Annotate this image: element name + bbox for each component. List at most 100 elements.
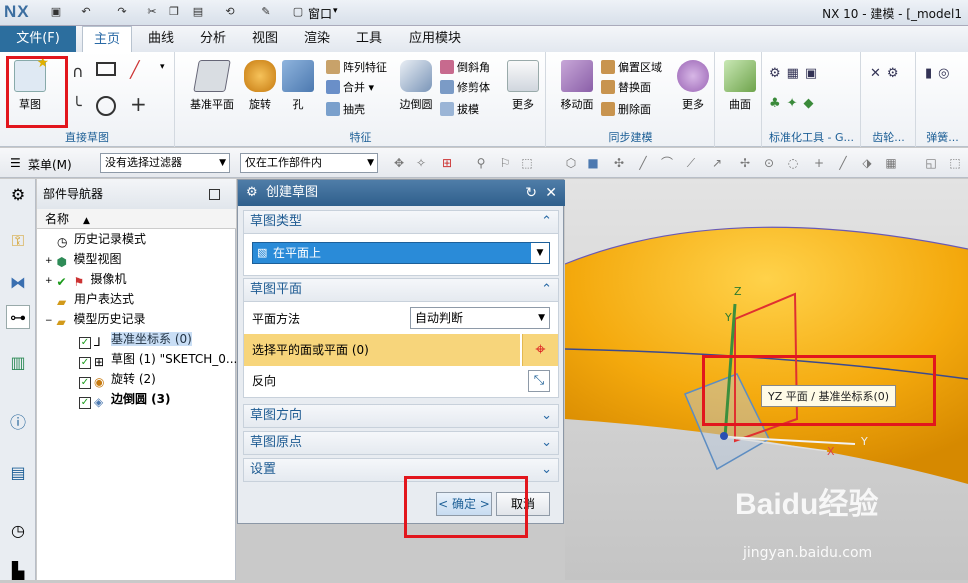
spring-tools-icons[interactable]: ▮◎ [925, 66, 956, 81]
move-face-button[interactable]: 移动面 [555, 60, 599, 112]
reuse-library-icon[interactable]: ▥ [6, 351, 30, 375]
unite-button[interactable]: 合并 ▾ [326, 78, 374, 98]
reverse-direction-icon[interactable]: ⤡ [528, 370, 550, 392]
tab-render[interactable]: 渲染 [296, 26, 338, 52]
select-icon[interactable]: ✧ [414, 156, 428, 170]
crosshair-icon[interactable]: ⌖ [522, 334, 558, 366]
control-point-icon[interactable]: ✢ [738, 156, 752, 170]
type-filter-dropdown[interactable]: 没有选择过滤器 ▼ [100, 153, 230, 173]
trim-body-button[interactable]: 修剪体 [440, 78, 490, 98]
tree-item-datum-csys[interactable]: ✓ ⅃ 基准坐标系 (0) [43, 329, 236, 349]
tab-curve[interactable]: 曲线 [140, 26, 182, 52]
body-select-icon[interactable]: ⬡ [564, 156, 578, 170]
offset-region-button[interactable]: 偏置区域 [601, 58, 662, 78]
shell-button[interactable]: 抽壳 [326, 100, 365, 120]
solid-select-icon[interactable]: ■ [586, 156, 600, 170]
existing-point-icon[interactable]: + [812, 156, 826, 170]
tab-analysis[interactable]: 分析 [192, 26, 234, 52]
tree-item-user-expressions[interactable]: ▰ 用户表达式 [43, 289, 236, 309]
tree-item-model-history[interactable]: − ▰ 模型历史记录 [43, 309, 236, 329]
snap-icon[interactable]: ✥ [392, 156, 406, 170]
end-point-icon[interactable]: ⟋ [684, 156, 698, 170]
tab-applications[interactable]: 应用模块 [400, 26, 470, 52]
point-on-curve-icon[interactable]: ╱ [836, 156, 850, 170]
assembly-navigator-icon[interactable]: ⚿ [6, 229, 30, 253]
collapse-icon[interactable]: − [45, 316, 53, 326]
file-menu-tab[interactable]: 文件(F) [0, 26, 76, 52]
tree-item-sketch[interactable]: ✓ ⊞ 草图 (1) "SKETCH_0... [43, 349, 237, 369]
quadrant-icon[interactable]: ◌ [786, 156, 800, 170]
save-icon[interactable]: ▣ [48, 4, 64, 20]
expand-icon[interactable]: + [45, 276, 53, 286]
tree-item-revolve[interactable]: ✓ ◉ 旋转 (2) [43, 369, 236, 389]
copy-icon[interactable]: ❐ [166, 4, 182, 20]
feature-more-button[interactable]: 更多 [501, 60, 545, 112]
paste-icon[interactable]: ▤ [190, 4, 206, 20]
chamfer-button[interactable]: 倒斜角 [440, 58, 490, 78]
pattern-feature-button[interactable]: 阵列特征 [326, 58, 387, 78]
selection-intent-icon[interactable]: ⊞ [440, 156, 454, 170]
visibility-checkbox[interactable]: ✓ [79, 357, 91, 369]
sketch-type-dropdown[interactable]: ▧ 在平面上 ▼ [252, 242, 550, 264]
arc-center-icon[interactable]: ⊙ [762, 156, 776, 170]
select-planar-face-row[interactable]: 选择平的面或平面 (0) [244, 334, 520, 366]
delete-face-button[interactable]: 删除面 [601, 100, 651, 120]
snap-point-icon[interactable]: ✣ [612, 156, 626, 170]
repeat-command-icon[interactable]: ⟲ [222, 4, 238, 20]
csys-origin[interactable] [720, 432, 728, 440]
undo-icon[interactable]: ↶ [78, 4, 94, 20]
tab-home[interactable]: 主页 [82, 26, 132, 52]
web-browser-icon[interactable]: ▤ [6, 461, 30, 485]
view-icon[interactable]: ◱ [924, 156, 938, 170]
datum-plane-button[interactable]: 基准平面 [186, 60, 238, 112]
palette-icon[interactable]: ▙ [6, 559, 30, 583]
part-navigator-icon[interactable]: ⊶ [6, 305, 30, 329]
select-feature-icon[interactable]: ⚲ [474, 156, 488, 170]
curve-snap-icon[interactable]: ⌒ [660, 156, 674, 170]
bounded-grid-icon[interactable]: ▦ [884, 156, 898, 170]
visibility-checkbox[interactable]: ✓ [79, 377, 91, 389]
line-snap-icon[interactable]: ╱ [636, 156, 650, 170]
replace-face-button[interactable]: 替换面 [601, 78, 651, 98]
info-icon[interactable]: ⓘ [6, 411, 30, 435]
cut-icon[interactable]: ✂ [144, 4, 160, 20]
plane-method-dropdown[interactable]: 自动判断 ▼ [410, 307, 550, 329]
window-menu-chevron-icon[interactable]: ▾ [333, 6, 338, 16]
arc-icon[interactable]: ∩ [72, 62, 84, 81]
tree-item-cameras[interactable]: + ✔ ⚑ 摄像机 [43, 269, 236, 289]
maximize-icon[interactable] [209, 189, 220, 200]
draft-button[interactable]: 拔模 [440, 100, 479, 120]
navigator-column-header[interactable]: 名称 ▲ [37, 209, 236, 229]
gear-icon[interactable]: ⚙ [6, 183, 30, 207]
tab-tools[interactable]: 工具 [348, 26, 390, 52]
tree-item-edge-blend[interactable]: ✓ ◈ 边倒圆 (3) [43, 389, 236, 409]
standard-tools-icons-row2[interactable]: ♣✦◆ [769, 96, 820, 111]
expand-icon[interactable]: + [45, 256, 53, 266]
scope-dropdown[interactable]: 仅在工作部件内 ▼ [240, 153, 378, 173]
rectangle-icon[interactable] [96, 62, 116, 76]
touch-mode-icon[interactable]: ✎ [258, 4, 274, 20]
select-face-icon[interactable]: ⚐ [498, 156, 512, 170]
sketch-type-section-header[interactable]: 草图类型 ⌃ [243, 210, 559, 234]
standard-tools-icons[interactable]: ⚙▦▣ [769, 66, 823, 81]
menu-icon[interactable]: ☰ [10, 156, 21, 170]
sketch-origin-section-header[interactable]: 草图原点 ⌄ [243, 431, 559, 455]
tree-item-history-mode[interactable]: ◷ 历史记录模式 [43, 229, 236, 249]
window-menu[interactable]: 窗口 [308, 5, 332, 22]
gear-icon[interactable]: ⚙ [246, 180, 258, 206]
sync-more-button[interactable]: 更多 [671, 60, 715, 112]
close-icon[interactable]: ✕ [545, 180, 557, 206]
gear-tools-icons[interactable]: ✕⚙ [870, 66, 905, 81]
zoom-icon[interactable]: ⬚ [948, 156, 962, 170]
constraint-navigator-icon[interactable]: ⧓ [6, 271, 30, 295]
line-icon[interactable]: ╱ [130, 60, 140, 79]
curve-icon[interactable]: ╰ [72, 96, 82, 115]
window-icon[interactable]: ▢ [290, 4, 306, 20]
history-icon[interactable]: ◷ [6, 519, 30, 543]
rectangle-select-icon[interactable]: ⬚ [520, 156, 534, 170]
menu-button[interactable]: 菜单(M) [28, 156, 72, 173]
tree-item-model-views[interactable]: + ⬢ 模型视图 [43, 249, 236, 269]
circle-icon[interactable] [96, 96, 116, 116]
visibility-checkbox[interactable]: ✓ [79, 337, 91, 349]
hole-button[interactable]: 孔 [276, 60, 320, 112]
